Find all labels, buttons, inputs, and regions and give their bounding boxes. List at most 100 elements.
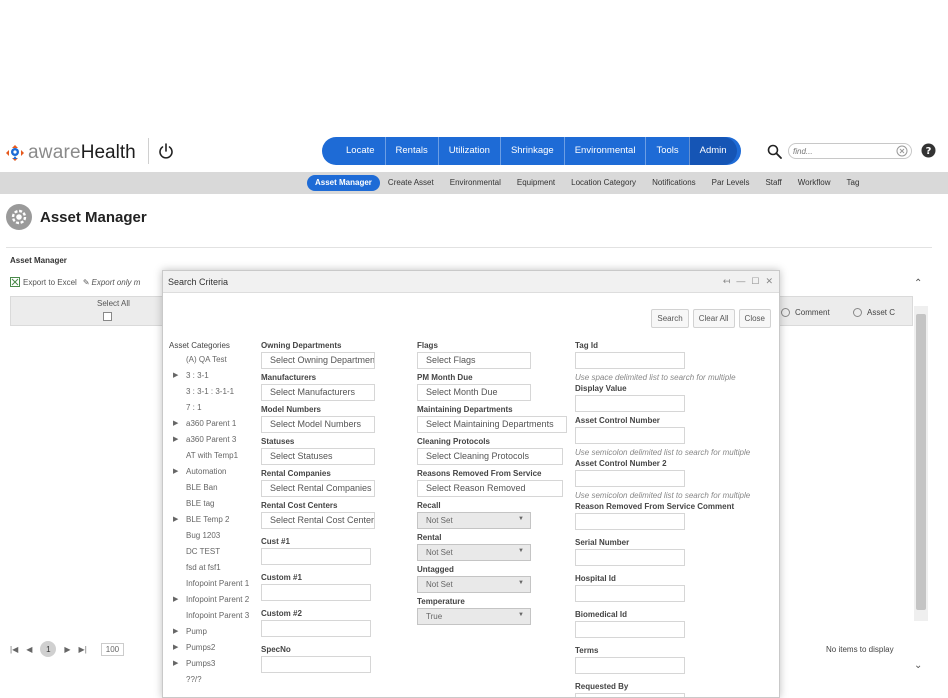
specno-input[interactable]	[261, 656, 371, 673]
expand-caret-icon[interactable]: ▶	[173, 656, 178, 672]
category-item[interactable]: ▶ Pumps3	[169, 656, 255, 672]
nav-shrinkage[interactable]: Shrinkage	[499, 137, 564, 165]
grid-scrollbar[interactable]	[914, 306, 928, 621]
subnav-notifications[interactable]: Notifications	[644, 175, 704, 191]
expand-caret-icon[interactable]: ▶	[173, 432, 178, 448]
filter-icon[interactable]	[781, 308, 790, 317]
column-header-asset[interactable]: Asset C	[853, 308, 895, 317]
expand-caret-icon[interactable]: ▶	[173, 416, 178, 432]
rental-companies-select[interactable]: Select Rental Companies	[261, 480, 375, 497]
nav-tools[interactable]: Tools	[645, 137, 688, 165]
subnav-equipment[interactable]: Equipment	[509, 175, 563, 191]
category-item[interactable]: DC TEST	[169, 544, 255, 560]
category-item[interactable]: 7 : 1	[169, 400, 255, 416]
scroll-up-icon[interactable]: ⌃	[914, 278, 922, 289]
rental-cost-centers-select[interactable]: Select Rental Cost Centers	[261, 512, 375, 529]
tag-id-input[interactable]	[575, 352, 685, 369]
model-numbers-select[interactable]: Select Model Numbers	[261, 416, 375, 433]
custom2-input[interactable]	[261, 620, 371, 637]
category-item[interactable]: ▶ Pump	[169, 624, 255, 640]
category-item[interactable]: ▶ 3 : 3-1	[169, 368, 255, 384]
nav-admin[interactable]: Admin	[688, 137, 737, 165]
column-header-comment[interactable]: Comment	[781, 308, 830, 317]
recall-dropdown[interactable]: Not Set ▼	[417, 512, 531, 529]
page-size-select[interactable]: 100	[100, 642, 125, 656]
clear-search-icon[interactable]	[896, 145, 908, 157]
scrollbar-thumb[interactable]	[916, 314, 926, 610]
prev-page-icon[interactable]: ◀	[26, 645, 32, 654]
select-all-checkbox[interactable]	[103, 312, 112, 321]
search-button[interactable]: Search	[651, 309, 689, 328]
expand-caret-icon[interactable]: ▶	[173, 592, 178, 608]
category-item[interactable]: ▶ BLE Temp 2	[169, 512, 255, 528]
pm-month-due-select[interactable]: Select Month Due	[417, 384, 531, 401]
expand-caret-icon[interactable]: ▶	[173, 464, 178, 480]
pin-icon[interactable]: ↤	[723, 276, 731, 287]
category-item[interactable]: ▶ a360 Parent 1	[169, 416, 255, 432]
flags-select[interactable]: Select Flags	[417, 352, 531, 369]
subnav-par-levels[interactable]: Par Levels	[704, 175, 758, 191]
subnav-asset-manager[interactable]: Asset Manager	[307, 175, 380, 191]
category-item[interactable]: AT with Temp1	[169, 448, 255, 464]
subnav-location-category[interactable]: Location Category	[563, 175, 644, 191]
category-item[interactable]: ▶ a360 Parent 3	[169, 432, 255, 448]
power-icon[interactable]	[157, 142, 175, 160]
untagged-dropdown[interactable]: Not Set ▼	[417, 576, 531, 593]
close-button[interactable]: Close	[738, 309, 771, 328]
subnav-staff[interactable]: Staff	[757, 175, 789, 191]
category-item[interactable]: ▶ Pumps2	[169, 640, 255, 656]
category-item[interactable]: Infopoint Parent 1	[169, 576, 255, 592]
nav-utilization[interactable]: Utilization	[437, 137, 500, 165]
scroll-down-icon[interactable]: ⌄	[914, 660, 922, 671]
category-item[interactable]: Infopoint Parent 3	[169, 608, 255, 624]
export-only-button[interactable]: ✎ Export only m	[83, 278, 141, 287]
temperature-dropdown[interactable]: True ▼	[417, 608, 531, 625]
category-item[interactable]: Bug 1203	[169, 528, 255, 544]
help-icon[interactable]: ?	[921, 143, 936, 158]
next-page-icon[interactable]: ▶	[64, 645, 70, 654]
subnav-tag[interactable]: Tag	[839, 175, 868, 191]
expand-caret-icon[interactable]: ▶	[173, 640, 178, 656]
subnav-create-asset[interactable]: Create Asset	[380, 175, 442, 191]
nav-environmental[interactable]: Environmental	[563, 137, 646, 165]
first-page-icon[interactable]: |◀	[10, 645, 18, 654]
category-item[interactable]: ??/?	[169, 672, 255, 688]
subnav-environmental[interactable]: Environmental	[442, 175, 509, 191]
biomedical-id-input[interactable]	[575, 621, 685, 638]
search-input[interactable]	[793, 146, 883, 156]
filter-icon[interactable]	[853, 308, 862, 317]
dialog-titlebar[interactable]: Search Criteria ↤ — ☐ ✕	[163, 271, 779, 293]
display-value-input[interactable]	[575, 395, 685, 412]
manufacturers-select[interactable]: Select Manufacturers	[261, 384, 375, 401]
clear-all-button[interactable]: Clear All	[692, 309, 735, 328]
category-item[interactable]: BLE tag	[169, 496, 255, 512]
hospital-id-input[interactable]	[575, 585, 685, 602]
asset-control-number-2-input[interactable]	[575, 470, 685, 487]
search-icon[interactable]	[767, 144, 782, 159]
close-icon[interactable]: ✕	[765, 276, 773, 287]
cleaning-protocols-select[interactable]: Select Cleaning Protocols	[417, 448, 563, 465]
expand-caret-icon[interactable]: ▶	[173, 368, 178, 384]
maintaining-departments-select[interactable]: Select Maintaining Departments	[417, 416, 567, 433]
category-item[interactable]: fsd at fsf1	[169, 560, 255, 576]
category-item[interactable]: BLE Ban	[169, 480, 255, 496]
custom1-input[interactable]	[261, 584, 371, 601]
expand-caret-icon[interactable]: ▶	[173, 512, 178, 528]
minimize-icon[interactable]: —	[736, 276, 745, 287]
nav-rentals[interactable]: Rentals	[384, 137, 438, 165]
terms-input[interactable]	[575, 657, 685, 674]
reason-removed-comment-input[interactable]	[575, 513, 685, 530]
category-item[interactable]: ▶ Infopoint Parent 2	[169, 592, 255, 608]
requested-by-input[interactable]	[575, 693, 685, 697]
statuses-select[interactable]: Select Statuses	[261, 448, 375, 465]
subnav-workflow[interactable]: Workflow	[790, 175, 839, 191]
category-item[interactable]: ▶ Automation	[169, 464, 255, 480]
nav-locate[interactable]: Locate	[336, 137, 385, 165]
owning-departments-select[interactable]: Select Owning Departments	[261, 352, 375, 369]
expand-caret-icon[interactable]: ▶	[173, 624, 178, 640]
category-item[interactable]: (A) QA Test	[169, 352, 255, 368]
asset-control-number-input[interactable]	[575, 427, 685, 444]
category-item[interactable]: 3 : 3-1 : 3-1-1	[169, 384, 255, 400]
maximize-icon[interactable]: ☐	[751, 276, 759, 287]
export-excel-button[interactable]: Export to Excel	[10, 277, 77, 287]
